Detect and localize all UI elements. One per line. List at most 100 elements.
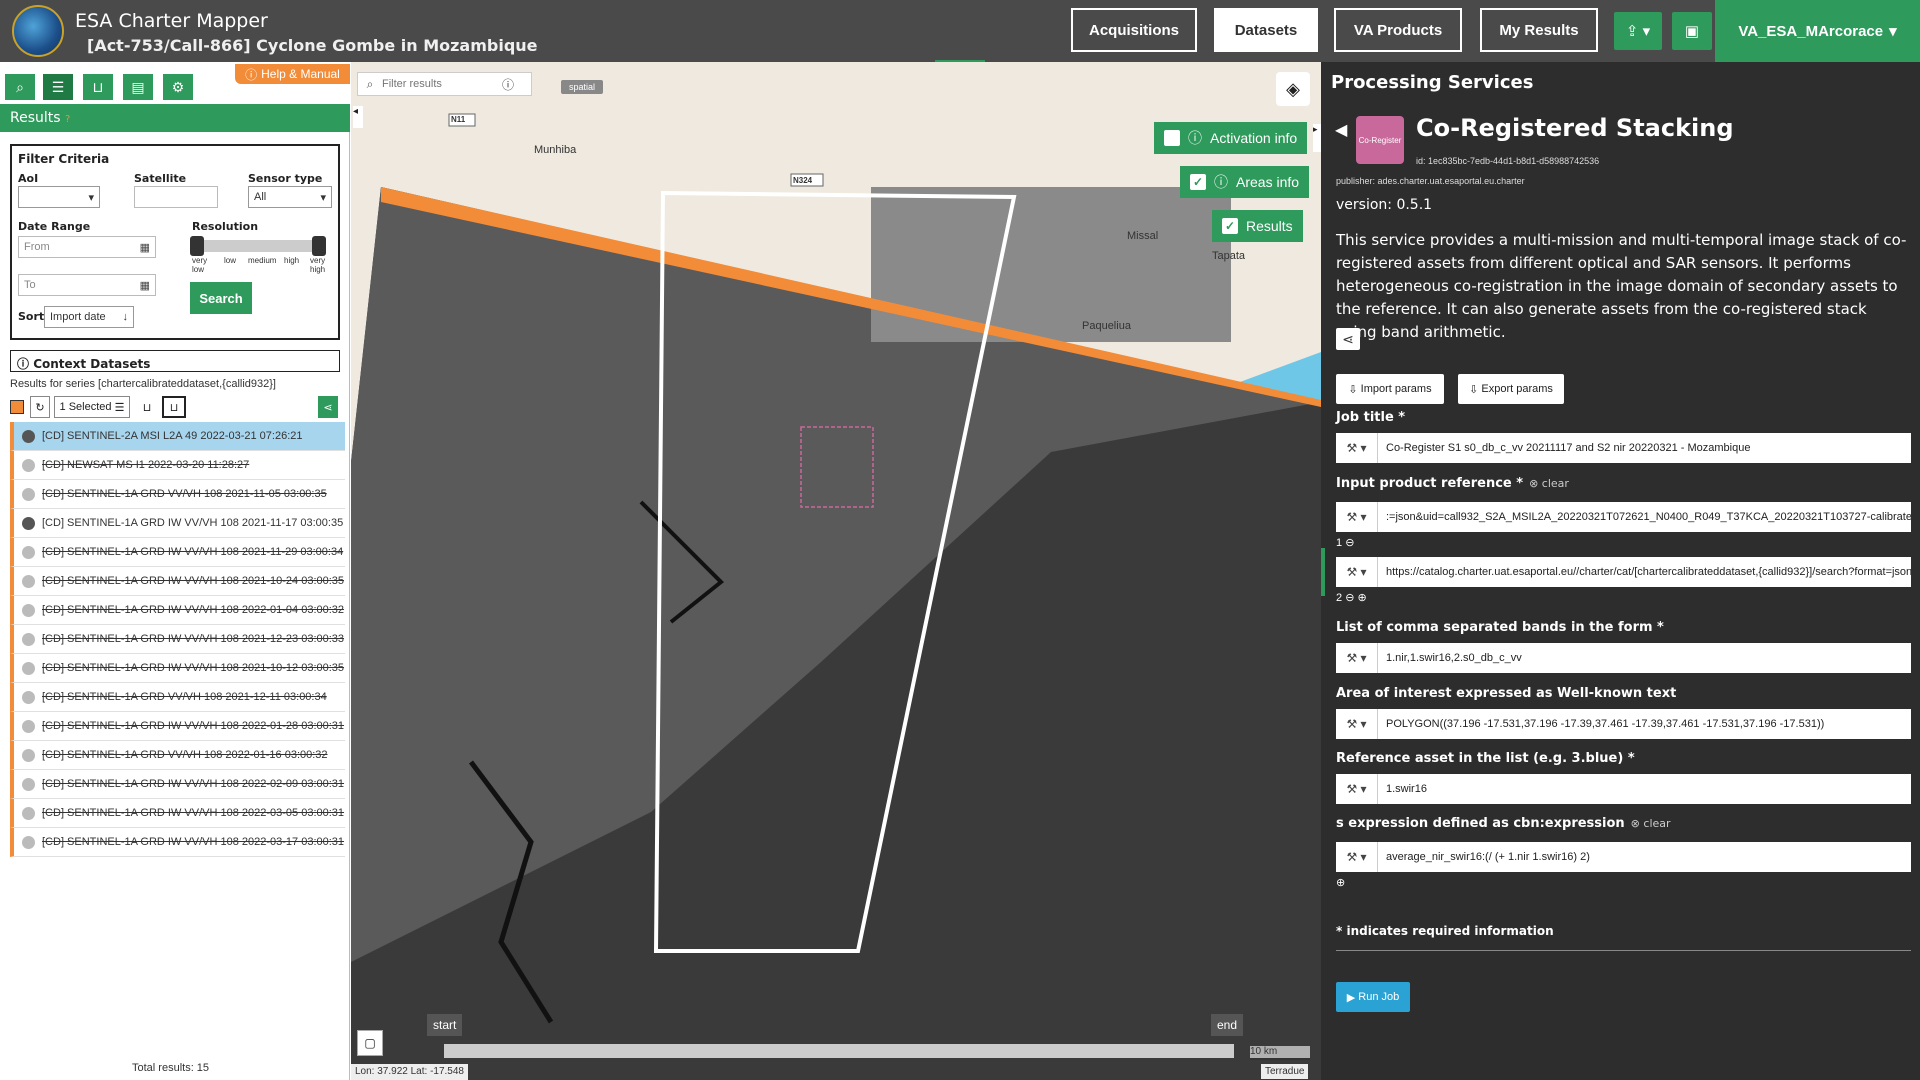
list-item[interactable]: [CD] SENTINEL-1A GRD IW VV/VH 108 2021-1… xyxy=(10,538,345,567)
job-title-value[interactable]: Co-Register S1 s0_db_c_vv 20211117 and S… xyxy=(1378,433,1911,463)
magic-wand-icon[interactable]: ⚒ ▾ xyxy=(1336,842,1378,872)
add-basket-button[interactable]: ⊔ xyxy=(136,396,158,418)
collapse-left-button[interactable]: ◂ xyxy=(353,106,363,128)
back-arrow-icon[interactable]: ◀ xyxy=(1335,120,1347,140)
import-params-button[interactable]: ⇩ Import params xyxy=(1336,374,1444,404)
slider-handle-max[interactable] xyxy=(312,236,326,256)
filter-results-input[interactable] xyxy=(382,78,502,90)
expression-label: s expression defined as cbn:expression ⊗ … xyxy=(1336,816,1671,831)
clear-input-ref[interactable]: ⊗ clear xyxy=(1529,477,1569,490)
nav-va-products[interactable]: VA Products xyxy=(1334,8,1462,52)
list-item[interactable]: [CD] SENTINEL-1A GRD IW VV/VH 108 2022-0… xyxy=(10,712,345,741)
remove-icon[interactable]: ⊖ xyxy=(1345,592,1354,604)
input-ref-value-2[interactable]: https://catalog.charter.uat.esaportal.eu… xyxy=(1378,557,1911,587)
input-ref-field-2[interactable]: ⚒ ▾ https://catalog.charter.uat.esaportal… xyxy=(1336,557,1911,587)
draw-box-button[interactable]: ▢ xyxy=(357,1030,383,1056)
add-icon[interactable]: ⊕ xyxy=(1357,592,1366,604)
timeline-bar[interactable] xyxy=(444,1044,1234,1058)
context-datasets[interactable]: ⓘ Context Datasets xyxy=(10,350,340,372)
help-manual-button[interactable]: ⓘ Help & Manual xyxy=(235,64,350,84)
magic-wand-icon[interactable]: ⚒ ▾ xyxy=(1336,433,1378,463)
input-ref-field-1[interactable]: ⚒ ▾:=json&uid=call932_S2A_MSIL2A_2022032… xyxy=(1336,502,1911,532)
search-icon: ⌕ xyxy=(366,76,374,91)
magic-wand-icon[interactable]: ⚒ ▾ xyxy=(1336,643,1378,673)
timeline-start[interactable]: start xyxy=(427,1014,463,1036)
clear-expression[interactable]: ⊗ clear xyxy=(1631,817,1671,830)
refresh-button[interactable]: ↻ xyxy=(30,396,50,418)
job-title-field[interactable]: ⚒ ▾ Co-Register S1 s0_db_c_vv 20211117 an… xyxy=(1336,433,1911,463)
share-button[interactable]: ⋖ xyxy=(1336,328,1360,350)
sensor-select[interactable]: All ▾ xyxy=(248,186,332,208)
areas-info-toggle[interactable]: ✓ ⓘ Areas info xyxy=(1180,166,1310,198)
list-item[interactable]: [CD] SENTINEL-1A GRD IW VV/VH 108 2022-0… xyxy=(10,770,345,799)
expression-field[interactable]: ⚒ ▾ average_nir_swir16:(/ (+ 1.nir 1.swir… xyxy=(1336,842,1911,872)
spatial-tag[interactable]: spatial xyxy=(561,80,604,94)
date-to-input[interactable]: To ▦ xyxy=(18,274,156,296)
selection-menu[interactable]: 1 Selected ☰ xyxy=(54,396,130,418)
list-item[interactable]: [CD] SENTINEL-1A GRD IW VV/VH 108 2021-1… xyxy=(10,509,345,538)
expand-right-button[interactable]: ▸ xyxy=(1313,124,1321,152)
list-item[interactable]: [CD] SENTINEL-1A GRD VV/VH 108 2021-11-0… xyxy=(10,480,345,509)
bands-value[interactable]: 1.nir,1.swir16,2.s0_db_c_vv xyxy=(1378,643,1911,673)
nav-acquisitions[interactable]: Acquisitions xyxy=(1071,8,1197,52)
activation-info-toggle[interactable]: ⓘ Activation info xyxy=(1154,122,1308,154)
upload-button[interactable]: ⇪ ▾ xyxy=(1614,12,1662,50)
export-params-button[interactable]: ⇩ Export params xyxy=(1458,374,1564,404)
magic-wand-icon[interactable]: ⚒ ▾ xyxy=(1336,557,1378,587)
info-icon: ⓘ xyxy=(17,357,34,371)
nav-my-results[interactable]: My Results xyxy=(1480,8,1598,52)
scale-bar: 10 km xyxy=(1250,1046,1310,1060)
aoi-select[interactable]: ▾ xyxy=(18,186,100,208)
tab-search[interactable]: ⌕ xyxy=(5,74,35,100)
user-menu[interactable]: VA_ESA_MArcorace ▾ xyxy=(1715,0,1920,62)
bands-field[interactable]: ⚒ ▾ 1.nir,1.swir16,2.s0_db_c_vv xyxy=(1336,643,1911,673)
date-from-input[interactable]: From ▦ xyxy=(18,236,156,258)
satellite-input[interactable] xyxy=(134,186,218,208)
reference-value[interactable]: 1.swir16 xyxy=(1378,774,1911,804)
magic-wand-icon[interactable]: ⚒ ▾ xyxy=(1336,502,1378,532)
list-item[interactable]: [CD] SENTINEL-1A GRD IW VV/VH 108 2021-1… xyxy=(10,625,345,654)
list-item[interactable]: [CD] SENTINEL-1A GRD IW VV/VH 108 2022-0… xyxy=(10,799,345,828)
esa-charter-logo[interactable] xyxy=(12,5,64,57)
search-button[interactable]: Search xyxy=(190,282,252,314)
expression-value[interactable]: average_nir_swir16:(/ (+ 1.nir 1.swir16)… xyxy=(1378,842,1911,872)
input-ref-value-1[interactable]: :=json&uid=call932_S2A_MSIL2A_20220321T0… xyxy=(1378,502,1911,532)
results-toggle[interactable]: ✓ Results xyxy=(1212,210,1303,242)
remove-icon[interactable]: ⊖ xyxy=(1345,537,1354,549)
layers-button[interactable]: ◈ xyxy=(1276,72,1310,106)
import-icon: ⇩ xyxy=(1348,383,1361,396)
aoi-wkt-value[interactable]: POLYGON((37.196 -17.531,37.196 -17.39,37… xyxy=(1378,709,1911,739)
aoi-wkt-field[interactable]: ⚒ ▾ POLYGON((37.196 -17.531,37.196 -17.39… xyxy=(1336,709,1911,739)
field-highlight xyxy=(1321,548,1325,596)
tab-results[interactable]: ☰ xyxy=(43,74,73,100)
list-item[interactable]: [CD] SENTINEL-1A GRD VV/VH 108 2022-01-1… xyxy=(10,741,345,770)
clear-label: clear xyxy=(1541,477,1569,490)
list-item[interactable]: [CD] SENTINEL-1A GRD VV/VH 108 2021-12-1… xyxy=(10,683,345,712)
check-icon: ✓ xyxy=(1190,174,1206,190)
list-item[interactable]: [CD] SENTINEL-1A GRD IW VV/VH 108 2021-1… xyxy=(10,654,345,683)
slider-handle-min[interactable] xyxy=(190,236,204,256)
share-button[interactable]: ⋖ xyxy=(318,396,338,418)
list-item[interactable]: [CD] SENTINEL-1A GRD IW VV/VH 108 2022-0… xyxy=(10,828,345,857)
map-view[interactable]: ⌕ ⓘ spatial ◂ ◈ ⓘ Activation info ▸ ✓ ⓘ Are… xyxy=(351,62,1321,1080)
list-item[interactable]: [CD] SENTINEL-1A GRD IW VV/VH 108 2022-0… xyxy=(10,596,345,625)
run-job-button[interactable]: ▶ Run Job xyxy=(1336,982,1410,1012)
nav-datasets[interactable]: Datasets xyxy=(1214,8,1318,52)
tab-basket[interactable]: ⊔ xyxy=(83,74,113,100)
basket-button[interactable]: ⊔ xyxy=(162,396,186,418)
magic-wand-icon[interactable]: ⚒ ▾ xyxy=(1336,709,1378,739)
tab-archive[interactable]: ▤ xyxy=(123,74,153,100)
tab-settings[interactable]: ⚙ xyxy=(163,74,193,100)
info-icon[interactable]: ⓘ xyxy=(502,76,514,93)
sort-select[interactable]: Import date ↓ xyxy=(44,306,134,328)
list-item[interactable]: [CD] SENTINEL-2A MSI L2A 49 2022-03-21 0… xyxy=(10,422,345,451)
magic-wand-icon[interactable]: ⚒ ▾ xyxy=(1336,774,1378,804)
list-item[interactable]: [CD] SENTINEL-1A GRD IW VV/VH 108 2021-1… xyxy=(10,567,345,596)
timeline-end[interactable]: end xyxy=(1211,1014,1244,1036)
select-all-checkbox[interactable] xyxy=(10,400,24,414)
add-expression-button[interactable]: ⊕ xyxy=(1336,876,1345,889)
list-item[interactable]: [CD] NEWSAT MS I1 2022-03-20 11:28:27 xyxy=(10,451,345,480)
resolution-slider[interactable] xyxy=(190,236,326,256)
briefcase-button[interactable]: ▣ xyxy=(1672,12,1712,50)
reference-field[interactable]: ⚒ ▾ 1.swir16 xyxy=(1336,774,1911,804)
